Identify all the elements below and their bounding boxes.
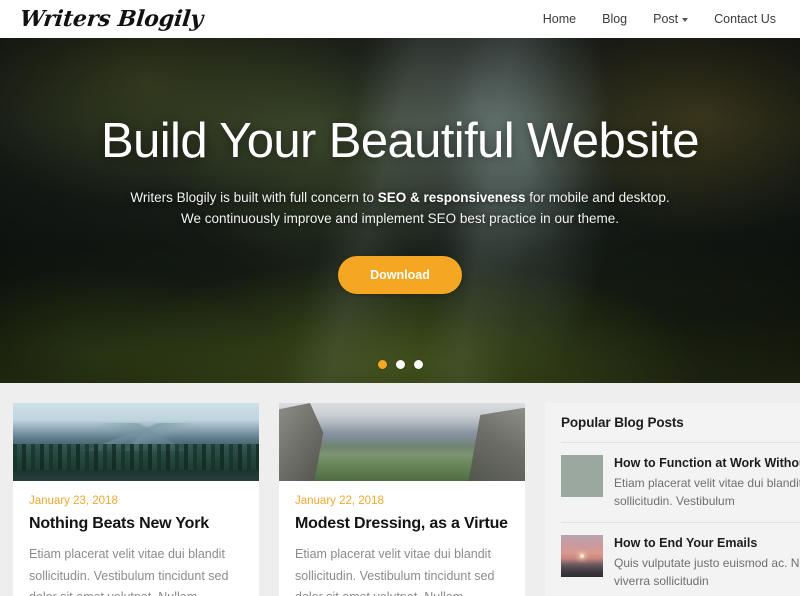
popular-posts-heading: Popular Blog Posts bbox=[561, 415, 800, 443]
post-title[interactable]: Nothing Beats New York bbox=[29, 514, 243, 533]
nav-item-blog[interactable]: Blog bbox=[602, 12, 627, 26]
popular-post-title[interactable]: How to Function at Work Withou… bbox=[614, 455, 800, 471]
popular-post-item[interactable]: How to Function at Work Withou… Etiam pl… bbox=[561, 443, 800, 523]
carousel-dot-1[interactable] bbox=[377, 360, 387, 369]
popular-post-thumbnail[interactable] bbox=[561, 455, 603, 497]
chevron-down-icon bbox=[682, 18, 689, 22]
hero-subtitle-line2: We continuously improve and implement SE… bbox=[181, 211, 619, 227]
post-thumbnail-image[interactable] bbox=[279, 403, 525, 481]
post-date: January 22, 2018 bbox=[295, 495, 384, 507]
nav-item-post[interactable]: Post bbox=[653, 12, 689, 26]
nav-label-post: Post bbox=[653, 12, 679, 26]
nav-item-home[interactable]: Home bbox=[543, 12, 576, 26]
post-card-body: January 23, 2018 Nothing Beats New York … bbox=[13, 481, 259, 596]
nav-label-blog: Blog bbox=[602, 12, 628, 26]
post-excerpt: Etiam placerat velit vitae dui blandit s… bbox=[295, 547, 495, 596]
post-excerpt: Etiam placerat velit vitae dui blandit s… bbox=[29, 547, 229, 596]
download-button[interactable]: Download bbox=[338, 256, 462, 295]
nav-item-contact-us[interactable]: Contact Us bbox=[714, 12, 776, 26]
hero-subtitle-part1: Writers Blogily is built with full conce… bbox=[130, 190, 378, 206]
popular-post-text: How to End Your Emails Quis vulputate ju… bbox=[614, 535, 800, 591]
carousel-dots bbox=[0, 360, 800, 369]
nav-label-home: Home bbox=[542, 12, 577, 26]
post-thumbnail-image[interactable] bbox=[13, 403, 259, 481]
post-card[interactable]: January 23, 2018 Nothing Beats New York … bbox=[13, 403, 259, 596]
hero-title: Build Your Beautiful Website bbox=[101, 114, 700, 168]
popular-post-excerpt: Quis vulputate justo euismod ac. Nunc vi… bbox=[614, 555, 800, 589]
hero-subtitle-part2: for mobile and desktop. bbox=[525, 190, 670, 206]
site-logo[interactable]: Writers Blogily bbox=[19, 6, 205, 32]
carousel-dot-2[interactable] bbox=[395, 360, 405, 369]
popular-post-thumbnail[interactable] bbox=[561, 534, 603, 577]
carousel-dot-3[interactable] bbox=[413, 360, 423, 369]
hero-subtitle-strong: SEO & responsiveness bbox=[377, 190, 526, 206]
hero-banner: Build Your Beautiful Website Writers Blo… bbox=[0, 38, 800, 383]
post-card[interactable]: January 22, 2018 Modest Dressing, as a V… bbox=[279, 403, 525, 596]
hero-subtitle: Writers Blogily is built with full conce… bbox=[0, 188, 800, 230]
popular-post-excerpt: Etiam placerat velit vitae dui blandit s… bbox=[614, 476, 800, 509]
popular-post-text: How to Function at Work Withou… Etiam pl… bbox=[614, 455, 800, 511]
post-card-body: January 22, 2018 Modest Dressing, as a V… bbox=[279, 481, 525, 596]
post-list: January 23, 2018 Nothing Beats New York … bbox=[13, 403, 525, 596]
main-navigation: Home Blog Post Contact Us bbox=[543, 12, 776, 26]
hero-content: Build Your Beautiful Website Writers Blo… bbox=[0, 38, 800, 295]
main-content: January 23, 2018 Nothing Beats New York … bbox=[0, 383, 800, 596]
post-title[interactable]: Modest Dressing, as a Virtue bbox=[295, 514, 509, 533]
sidebar: Popular Blog Posts How to Function at Wo… bbox=[545, 403, 800, 596]
site-header: Writers Blogily Home Blog Post Contact U… bbox=[0, 0, 800, 38]
popular-post-title[interactable]: How to End Your Emails bbox=[614, 535, 800, 551]
popular-post-item[interactable]: How to End Your Emails Quis vulputate ju… bbox=[561, 523, 800, 596]
nav-label-contact-us: Contact Us bbox=[714, 12, 776, 26]
post-date: January 23, 2018 bbox=[29, 495, 118, 507]
